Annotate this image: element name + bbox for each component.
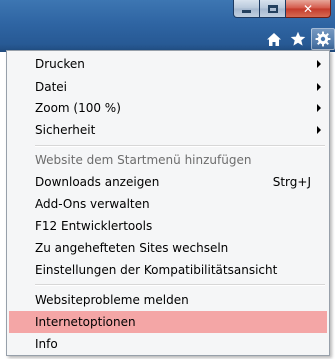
home-button[interactable] bbox=[263, 28, 285, 50]
menu-item-add-to-start-menu: Website dem Startmenü hinzufügen bbox=[9, 149, 327, 171]
close-icon: ✕ bbox=[302, 1, 314, 16]
menu-item-label: Websiteprobleme melden bbox=[35, 293, 189, 307]
favorites-button[interactable] bbox=[287, 28, 309, 50]
menu-item-add-ons[interactable]: Add-Ons verwalten bbox=[9, 193, 327, 215]
maximize-button[interactable] bbox=[260, 0, 286, 18]
menu-item-label: Internetoptionen bbox=[35, 315, 136, 329]
menu-item-sicherheit[interactable]: Sicherheit bbox=[9, 119, 327, 141]
tools-menu: Drucken Datei Zoom (100 %) Sicherheit We… bbox=[6, 50, 330, 356]
menu-item-label: Zoom (100 %) bbox=[35, 101, 121, 115]
menu-item-report-problems[interactable]: Websiteprobleme melden bbox=[9, 289, 327, 311]
submenu-arrow-icon bbox=[317, 83, 321, 91]
menu-item-label: Website dem Startmenü hinzufügen bbox=[35, 153, 252, 167]
menu-item-info[interactable]: Info bbox=[9, 333, 327, 355]
close-button[interactable]: ✕ bbox=[286, 0, 331, 18]
menu-item-label: Sicherheit bbox=[35, 123, 96, 137]
menu-item-label: F12 Entwicklertools bbox=[35, 219, 153, 233]
menu-item-label: Add-Ons verwalten bbox=[35, 197, 150, 211]
minimize-button[interactable] bbox=[233, 0, 260, 18]
menu-item-shortcut: Strg+J bbox=[272, 175, 311, 189]
command-bar bbox=[261, 28, 335, 50]
menu-item-downloads[interactable]: Downloads anzeigen Strg+J bbox=[9, 171, 327, 193]
home-icon bbox=[267, 32, 281, 46]
menu-item-compatibility-view[interactable]: Einstellungen der Kompatibilitätsansicht bbox=[9, 259, 327, 281]
menu-separator bbox=[35, 284, 325, 286]
menu-item-label: Downloads anzeigen bbox=[35, 175, 160, 189]
gear-icon bbox=[315, 31, 331, 47]
browser-window: ✕ Drucken Datei Zoom (100 %) Sicherheit … bbox=[0, 0, 335, 359]
submenu-arrow-icon bbox=[317, 126, 321, 134]
menu-item-label: Datei bbox=[35, 80, 68, 94]
menu-item-label: Info bbox=[35, 337, 58, 351]
submenu-arrow-icon bbox=[317, 60, 321, 68]
menu-item-label: Einstellungen der Kompatibilitätsansicht bbox=[35, 263, 278, 277]
title-bar: ✕ bbox=[0, 0, 335, 52]
menu-item-developer-tools[interactable]: F12 Entwicklertools bbox=[9, 215, 327, 237]
tools-button[interactable] bbox=[311, 28, 335, 50]
menu-item-datei[interactable]: Datei bbox=[9, 76, 327, 98]
menu-item-label: Drucken bbox=[35, 57, 85, 71]
menu-item-pinned-sites[interactable]: Zu angehefteten Sites wechseln bbox=[9, 237, 327, 259]
maximize-icon bbox=[267, 4, 278, 13]
menu-item-label: Zu angehefteten Sites wechseln bbox=[35, 241, 229, 255]
menu-separator bbox=[35, 145, 325, 147]
star-icon bbox=[290, 31, 306, 46]
minimize-icon bbox=[242, 10, 251, 13]
menu-item-internet-options[interactable]: Internetoptionen bbox=[9, 311, 327, 333]
menu-item-zoom[interactable]: Zoom (100 %) bbox=[9, 97, 327, 119]
menu-item-drucken[interactable]: Drucken bbox=[9, 53, 327, 75]
submenu-arrow-icon bbox=[317, 104, 321, 112]
window-controls: ✕ bbox=[233, 0, 331, 18]
